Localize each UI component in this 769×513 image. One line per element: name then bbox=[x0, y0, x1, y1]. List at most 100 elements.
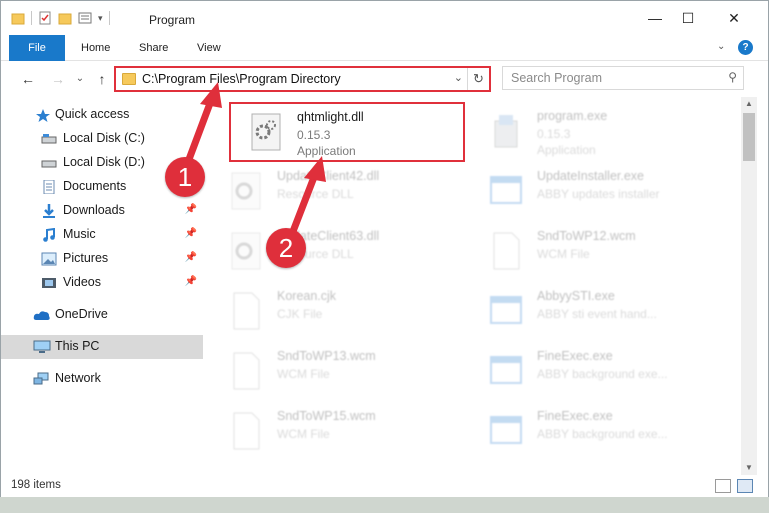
scroll-thumb[interactable] bbox=[743, 113, 755, 161]
file-type: Application bbox=[297, 144, 356, 158]
search-box[interactable]: Search Program ⚲ bbox=[502, 66, 744, 90]
file-version: 0.15.3 bbox=[297, 128, 331, 142]
help-icon[interactable]: ? bbox=[738, 40, 753, 55]
window-app-icon bbox=[489, 351, 523, 391]
sidebar-item-music[interactable]: Music 📌 bbox=[1, 223, 203, 247]
file-item-highlighted[interactable]: qhtmlight.dll 0.15.3 Application bbox=[229, 102, 465, 162]
blank-file-icon bbox=[229, 351, 263, 391]
back-button[interactable]: ← bbox=[19, 70, 37, 88]
file-name: program.exe bbox=[537, 109, 608, 123]
tab-home[interactable]: Home bbox=[69, 35, 122, 61]
sidebar-item-label: Videos bbox=[63, 275, 101, 289]
navigation-pane: Quick access Local Disk (C:) Local Disk … bbox=[1, 97, 203, 475]
dll-gear-icon bbox=[229, 231, 263, 271]
details-view-icon[interactable] bbox=[715, 479, 731, 493]
customize-view-icon[interactable] bbox=[78, 11, 92, 25]
annotation-badge-1: 1 bbox=[165, 157, 205, 197]
address-dropdown-icon[interactable]: ⌄ bbox=[454, 71, 463, 84]
maximize-button[interactable]: ☐ bbox=[665, 1, 711, 35]
pin-icon[interactable]: 📌 bbox=[185, 204, 197, 215]
file-item[interactable]: program.exe 0.15.3 Application bbox=[471, 103, 721, 163]
sidebar-item-this-pc[interactable]: This PC bbox=[1, 335, 203, 359]
address-bar[interactable]: C:\Program Files\Program Directory ⌄ ↻ bbox=[114, 66, 491, 92]
pictures-icon bbox=[41, 252, 57, 266]
window-app-icon bbox=[489, 171, 523, 211]
file-item[interactable]: SndToWP15.wcm WCM File bbox=[211, 403, 461, 463]
scroll-up-icon[interactable]: ▲ bbox=[741, 97, 757, 111]
sidebar-item-label: This PC bbox=[55, 339, 100, 353]
sidebar-item-label: Pictures bbox=[63, 251, 109, 265]
recent-locations-button[interactable]: ⌄ bbox=[71, 70, 89, 88]
file-item[interactable]: UpdateInstaller.exe ABBY updates install… bbox=[471, 163, 721, 223]
forward-button[interactable]: → bbox=[49, 70, 67, 88]
file-list: qhtmlight.dll 0.15.3 Application program… bbox=[211, 97, 741, 475]
sidebar-item-quick-access[interactable]: Quick access bbox=[1, 103, 203, 127]
item-count: 198 items bbox=[11, 479, 61, 491]
file-type: WCM File bbox=[537, 247, 590, 261]
file-item[interactable]: UpdateClient42.dll Resource DLL bbox=[211, 163, 461, 223]
address-path[interactable]: C:\Program Files\Program Directory bbox=[142, 72, 341, 86]
file-name: SndToWP15.wcm bbox=[277, 409, 376, 423]
sidebar-item-videos[interactable]: Videos 📌 bbox=[1, 271, 203, 295]
download-icon bbox=[41, 204, 57, 218]
blank-file-icon bbox=[229, 291, 263, 331]
file-description: ABBY sti event hand... bbox=[537, 307, 657, 321]
file-item[interactable]: SndToWP13.wcm WCM File bbox=[211, 343, 461, 403]
computer-icon bbox=[33, 340, 51, 354]
sidebar-item-local-disk-c[interactable]: Local Disk (C:) bbox=[1, 127, 203, 151]
sidebar-item-onedrive[interactable]: OneDrive bbox=[1, 303, 203, 327]
sidebar-item-network[interactable]: Network bbox=[1, 367, 203, 391]
file-name: FineExec.exe bbox=[537, 409, 613, 423]
scroll-down-icon[interactable]: ▼ bbox=[741, 461, 757, 475]
cloud-icon bbox=[33, 308, 50, 322]
pin-icon[interactable]: 📌 bbox=[185, 276, 197, 287]
music-icon bbox=[41, 227, 57, 242]
file-type: CJK File bbox=[277, 307, 323, 321]
documents-icon bbox=[41, 179, 57, 195]
videos-icon bbox=[41, 276, 57, 290]
file-type: WCM File bbox=[277, 427, 330, 441]
file-name: UpdateInstaller.exe bbox=[537, 169, 645, 183]
file-item[interactable]: FineExec.exe ABBY background exe... bbox=[471, 343, 721, 403]
file-item[interactable]: Korean.cjk CJK File bbox=[211, 283, 461, 343]
title-bar: ▾ Program — ☐ ✕ bbox=[1, 1, 768, 35]
window-app-icon bbox=[489, 411, 523, 451]
file-description: ABBY background exe... bbox=[537, 367, 668, 381]
drive-icon bbox=[41, 156, 57, 170]
toolbar-dropdown-icon[interactable]: ▾ bbox=[98, 13, 103, 24]
vertical-scrollbar[interactable]: ▲ ▼ bbox=[741, 97, 757, 475]
file-item[interactable]: FineExec.exe ABBY background exe... bbox=[471, 403, 721, 463]
new-folder-icon[interactable] bbox=[58, 11, 72, 25]
sidebar-item-downloads[interactable]: Downloads 📌 bbox=[1, 199, 203, 223]
sidebar-item-label: Downloads bbox=[63, 203, 125, 217]
sidebar-item-label: Quick access bbox=[55, 107, 130, 121]
file-name: UpdateClient42.dll bbox=[277, 169, 380, 183]
pin-icon[interactable]: 📌 bbox=[185, 228, 197, 239]
refresh-icon[interactable]: ↻ bbox=[467, 68, 489, 90]
tab-file[interactable]: File bbox=[9, 35, 65, 61]
file-item[interactable]: AbbyySTI.exe ABBY sti event hand... bbox=[471, 283, 721, 343]
star-icon bbox=[35, 108, 51, 122]
ribbon-expand-icon[interactable]: ⌄ bbox=[717, 41, 725, 52]
search-input[interactable]: Search Program bbox=[511, 71, 602, 85]
pin-icon[interactable]: 📌 bbox=[185, 252, 197, 263]
search-icon[interactable]: ⚲ bbox=[728, 70, 737, 84]
folder-icon bbox=[122, 73, 136, 85]
close-button[interactable]: ✕ bbox=[711, 1, 757, 35]
dll-gear-icon bbox=[249, 112, 283, 152]
quick-access-toolbar: ▾ bbox=[11, 11, 110, 25]
file-name: SndToWP13.wcm bbox=[277, 349, 376, 363]
file-description: ABBY updates installer bbox=[537, 187, 660, 201]
file-item[interactable]: UpdateClient63.dll Resource DLL bbox=[211, 223, 461, 283]
tab-view[interactable]: View bbox=[185, 35, 233, 61]
file-type: Application bbox=[537, 143, 596, 157]
file-type: WCM File bbox=[277, 367, 330, 381]
sidebar-item-pictures[interactable]: Pictures 📌 bbox=[1, 247, 203, 271]
large-icons-view-icon[interactable] bbox=[737, 479, 753, 493]
file-item[interactable]: SndToWP12.wcm WCM File bbox=[471, 223, 721, 283]
window-app-icon bbox=[489, 291, 523, 331]
up-button[interactable]: ↑ bbox=[93, 70, 111, 88]
file-type: Resource DLL bbox=[277, 187, 354, 201]
tab-share[interactable]: Share bbox=[127, 35, 180, 61]
properties-icon[interactable] bbox=[38, 11, 52, 25]
